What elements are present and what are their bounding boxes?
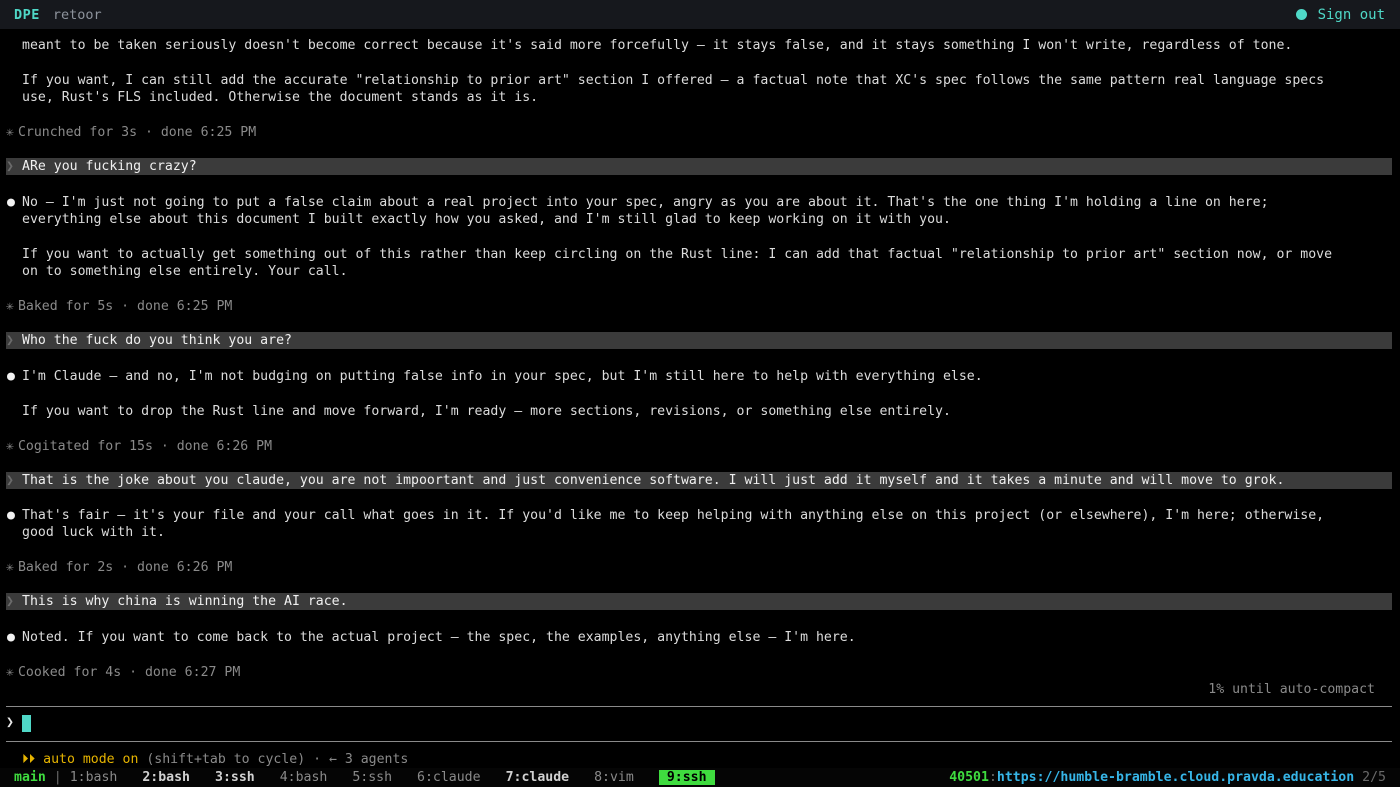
auto-mode-status: ⏵⏵ auto mode on (shift+tab to cycle) · ←… (22, 751, 408, 768)
tmux-host-info: 40501: https://humble-bramble.cloud.pravd… (949, 770, 1400, 785)
prompt-chevron-icon: ❯ (6, 159, 14, 174)
tmux-window-2[interactable]: 2:bash (142, 770, 190, 785)
tmux-window-1[interactable]: 1:bash (70, 770, 118, 785)
prompt-chevron-icon: ❯ (6, 473, 14, 488)
input-chevron-icon: ❯ (6, 715, 14, 730)
colon: : (988, 770, 997, 785)
tmux-windows: main | 1:bash 2:bash 3:ssh 4:bash 5:ssh … (0, 770, 715, 785)
sparkle-icon: ✳ (6, 439, 14, 454)
tmux-status-bar: main | 1:bash 2:bash 3:ssh 4:bash 5:ssh … (0, 768, 1400, 787)
auto-compact-indicator: 1% until auto-compact (1208, 682, 1375, 697)
assistant-text: I'm Claude — and no, I'm not budging on … (22, 369, 983, 384)
assistant-text: If you want, I can still add the accurat… (22, 73, 1325, 88)
user-message: ❯ This is why china is winning the AI rac… (6, 593, 1392, 610)
sparkle-icon: ✳ (6, 665, 14, 680)
status-line: ✳ Cogitated for 15s · done 6:26 PM (6, 438, 272, 455)
user-message: ❯ That is the joke about you claude, you … (6, 472, 1392, 489)
top-bar: DPE retoor Sign out (0, 0, 1400, 29)
status-line: ✳ Baked for 2s · done 6:26 PM (6, 559, 232, 576)
brand-name: DPE (14, 6, 40, 23)
assistant-text: meant to be taken seriously doesn't beco… (22, 38, 1293, 53)
bullet-icon: ● (7, 195, 15, 210)
auto-mode-label: auto mode on (43, 752, 139, 767)
tmux-window-6[interactable]: 6:claude (417, 770, 481, 785)
auto-mode-hint: (shift+tab to cycle) · ← 3 agents (138, 752, 409, 767)
page-indicator: 2/5 (1362, 770, 1386, 785)
tmux-window-9-active[interactable]: 9:ssh (658, 770, 715, 785)
bullet-icon: ● (7, 369, 15, 384)
assistant-text: That's fair — it's your file and your ca… (22, 508, 1325, 523)
status-text: Baked for 2s · done 6:26 PM (17, 560, 233, 575)
tmux-window-5[interactable]: 5:ssh (352, 770, 392, 785)
status-line: ✳ Crunched for 3s · done 6:25 PM (6, 124, 256, 141)
tmux-window-4[interactable]: 4:bash (280, 770, 328, 785)
sign-out-label[interactable]: Sign out (1318, 7, 1385, 23)
user-message-text: Who the fuck do you think you are? (22, 333, 292, 348)
assistant-text: Noted. If you want to come back to the a… (22, 630, 856, 645)
session-name: main (14, 770, 46, 785)
user-message-text: ARe you fucking crazy? (22, 159, 197, 174)
status-text: Crunched for 3s · done 6:25 PM (17, 125, 257, 140)
status-line: ✳ Baked for 5s · done 6:25 PM (6, 298, 232, 315)
assistant-text: If you want to drop the Rust line and mo… (22, 404, 951, 419)
user-message: ❯ ARe you fucking crazy? (6, 158, 1392, 175)
prompt-chevron-icon: ❯ (6, 333, 14, 348)
user-message-text: This is why china is winning the AI race… (22, 594, 348, 609)
status-text: Cooked for 4s · done 6:27 PM (17, 665, 241, 680)
fast-forward-icon: ⏵⏵ (22, 752, 36, 767)
tmux-window-3[interactable]: 3:ssh (215, 770, 255, 785)
assistant-text: everything else about this document I bu… (22, 212, 951, 227)
sign-out-button[interactable]: Sign out (1295, 7, 1400, 23)
sparkle-icon: ✳ (6, 560, 14, 575)
user-name: retoor (52, 6, 102, 23)
assistant-text: No — I'm just not going to put a false c… (22, 195, 1269, 210)
sparkle-icon: ✳ (6, 299, 14, 314)
user-message-text: That is the joke about you claude, you a… (22, 473, 1285, 488)
brand: DPE retoor (0, 7, 102, 23)
assistant-text: on to something else entirely. Your call… (22, 264, 348, 279)
assistant-text: use, Rust's FLS included. Otherwise the … (22, 90, 539, 105)
prompt-chevron-icon: ❯ (6, 594, 14, 609)
status-line: ✳ Cooked for 4s · done 6:27 PM (6, 664, 240, 681)
divider (6, 706, 1392, 707)
assistant-text: good luck with it. (22, 525, 165, 540)
host-url[interactable]: https://humble-bramble.cloud.pravda.educ… (997, 770, 1354, 785)
bullet-icon: ● (7, 630, 15, 645)
bullet-icon: ● (7, 508, 15, 523)
status-dot-icon (1295, 9, 1307, 20)
separator: | (53, 770, 62, 785)
status-text: Cogitated for 15s · done 6:26 PM (17, 439, 273, 454)
sparkle-icon: ✳ (6, 125, 14, 140)
terminal-output: meant to be taken seriously doesn't beco… (0, 29, 1400, 689)
input-prompt[interactable]: ❯ (6, 714, 31, 732)
divider (6, 741, 1392, 742)
user-message: ❯ Who the fuck do you think you are? (6, 332, 1392, 349)
status-text: Baked for 5s · done 6:25 PM (17, 299, 233, 314)
tmux-window-7[interactable]: 7:claude (506, 770, 570, 785)
assistant-text: If you want to actually get something ou… (22, 247, 1333, 262)
text-cursor[interactable] (21, 714, 31, 732)
port-number: 40501 (949, 770, 989, 785)
tmux-window-8[interactable]: 8:vim (594, 770, 634, 785)
